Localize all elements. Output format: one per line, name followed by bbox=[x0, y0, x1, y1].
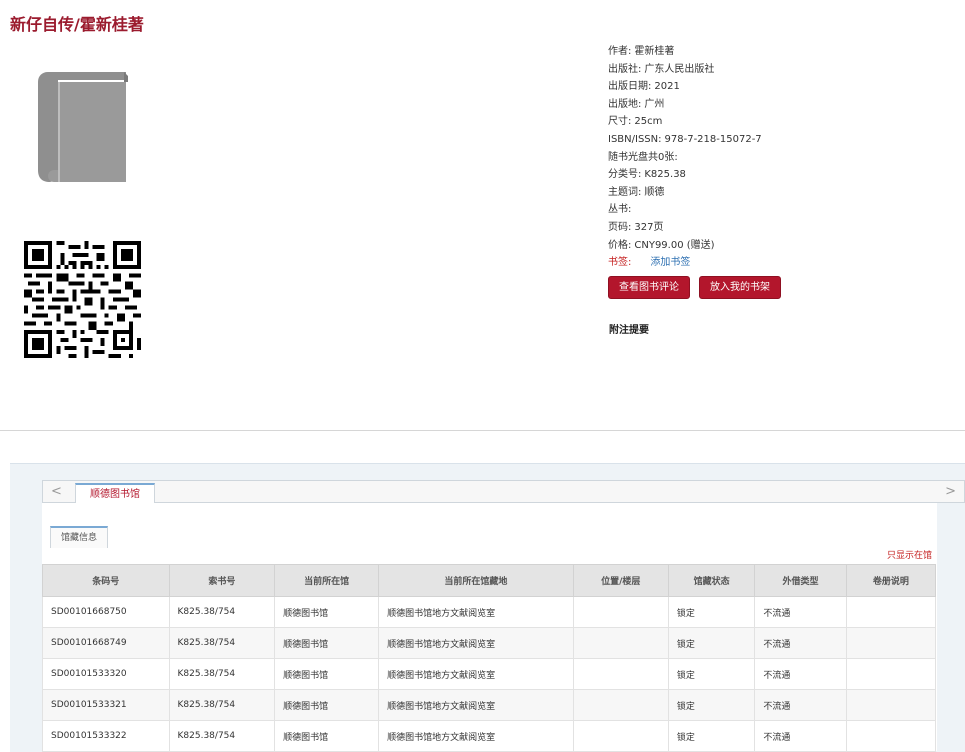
book-metadata: 作者: 霍新桂著 出版社: 广东人民出版社 出版日期: 2021 出版地: 广州 尺寸:… bbox=[608, 43, 762, 272]
table-row: SD00101533322 K825.38/754 顺德图书馆 顺德图书馆地方文… bbox=[42, 720, 937, 752]
meta-bookmark: 书签: 添加书签 bbox=[608, 257, 691, 269]
meta-publisher: 出版社: 广东人民出版社 bbox=[608, 63, 715, 75]
col-location: 当前所在馆藏地 bbox=[378, 564, 574, 597]
action-buttons: 查看图书评论 放入我的书架 bbox=[608, 276, 781, 299]
meta-pages: 页码: 327页 bbox=[608, 221, 664, 233]
cell-volume bbox=[845, 658, 937, 690]
table-header-row: 条码号 索书号 当前所在馆 当前所在馆藏地 位置/楼层 馆藏状态 外借类型 卷册… bbox=[42, 564, 937, 597]
qr-code bbox=[24, 241, 141, 362]
cell-status: 锁定 bbox=[667, 658, 756, 690]
table-row: SD00101533321 K825.38/754 顺德图书馆 顺德图书馆地方文… bbox=[42, 689, 937, 721]
cell-location: 顺德图书馆地方文献阅览室 bbox=[378, 627, 574, 659]
cell-status: 锁定 bbox=[667, 627, 756, 659]
cell-location: 顺德图书馆地方文献阅览室 bbox=[378, 658, 574, 690]
table-row: SD00101668749 K825.38/754 顺德图书馆 顺德图书馆地方文… bbox=[42, 627, 937, 659]
cell-callno: K825.38/754 bbox=[168, 627, 276, 659]
divider bbox=[0, 430, 965, 431]
col-callno: 索书号 bbox=[168, 564, 276, 597]
cell-library: 顺德图书馆 bbox=[274, 596, 380, 628]
cell-location: 顺德图书馆地方文献阅览室 bbox=[378, 596, 574, 628]
tab-prev-arrow-icon[interactable]: < bbox=[51, 484, 62, 499]
col-library: 当前所在馆 bbox=[274, 564, 380, 597]
page-title: 新仔自传/霍新桂著 bbox=[10, 15, 144, 34]
cell-volume bbox=[845, 627, 937, 659]
cell-callno: K825.38/754 bbox=[168, 658, 276, 690]
col-barcode: 条码号 bbox=[42, 564, 170, 597]
book-icon bbox=[38, 72, 128, 188]
cell-floor bbox=[572, 658, 669, 690]
cell-status: 锁定 bbox=[667, 720, 756, 752]
col-loan-type: 外借类型 bbox=[754, 564, 847, 597]
cell-volume bbox=[845, 720, 937, 752]
cell-library: 顺德图书馆 bbox=[274, 627, 380, 659]
meta-disc: 随书光盘共0张: bbox=[608, 151, 678, 163]
meta-isbn: ISBN/ISSN: 978-7-218-15072-7 bbox=[608, 133, 762, 145]
cell-floor bbox=[572, 720, 669, 752]
cell-barcode: SD00101533322 bbox=[42, 720, 170, 752]
cell-callno: K825.38/754 bbox=[168, 720, 276, 752]
cell-volume bbox=[845, 689, 937, 721]
cell-loan-type: 不流通 bbox=[754, 627, 847, 659]
note-title: 附注提要 bbox=[609, 325, 649, 336]
meta-size: 尺寸: 25cm bbox=[608, 116, 663, 128]
cell-volume bbox=[845, 596, 937, 628]
col-status: 馆藏状态 bbox=[667, 564, 756, 597]
show-available-link[interactable]: 只显示在馆 bbox=[887, 548, 932, 561]
cell-status: 锁定 bbox=[667, 689, 756, 721]
holdings-table: 条码号 索书号 当前所在馆 当前所在馆藏地 位置/楼层 馆藏状态 外借类型 卷册… bbox=[42, 564, 937, 752]
cell-location: 顺德图书馆地方文献阅览室 bbox=[378, 689, 574, 721]
cell-loan-type: 不流通 bbox=[754, 720, 847, 752]
cell-location: 顺德图书馆地方文献阅览室 bbox=[378, 720, 574, 752]
cell-floor bbox=[572, 596, 669, 628]
cell-callno: K825.38/754 bbox=[168, 689, 276, 721]
table-row: SD00101533320 K825.38/754 顺德图书馆 顺德图书馆地方文… bbox=[42, 658, 937, 690]
cell-loan-type: 不流通 bbox=[754, 596, 847, 628]
tab-holdings-info[interactable]: 馆藏信息 bbox=[50, 526, 109, 548]
meta-class-no: 分类号: K825.38 bbox=[608, 169, 686, 181]
cell-floor bbox=[572, 689, 669, 721]
cell-library: 顺德图书馆 bbox=[274, 658, 380, 690]
meta-pub-date: 出版日期: 2021 bbox=[608, 81, 680, 93]
cell-loan-type: 不流通 bbox=[754, 658, 847, 690]
cell-barcode: SD00101668750 bbox=[42, 596, 170, 628]
col-volume: 卷册说明 bbox=[845, 564, 937, 597]
meta-price: 价格: CNY99.00 (赠送) bbox=[608, 239, 715, 251]
add-bookmark-link[interactable]: 添加书签 bbox=[650, 257, 690, 268]
view-reviews-button[interactable]: 查看图书评论 bbox=[608, 276, 690, 299]
cell-status: 锁定 bbox=[667, 596, 756, 628]
meta-series: 丛书: bbox=[608, 204, 632, 216]
cell-callno: K825.38/754 bbox=[168, 596, 276, 628]
table-row: SD00101668750 K825.38/754 顺德图书馆 顺德图书馆地方文… bbox=[42, 596, 937, 628]
meta-subject: 主题词: 顺德 bbox=[608, 186, 665, 198]
cell-floor bbox=[572, 627, 669, 659]
add-to-shelf-button[interactable]: 放入我的书架 bbox=[699, 276, 781, 299]
cell-barcode: SD00101533320 bbox=[42, 658, 170, 690]
meta-pub-place: 出版地: 广州 bbox=[608, 98, 665, 110]
cell-barcode: SD00101668749 bbox=[42, 627, 170, 659]
cell-library: 顺德图书馆 bbox=[274, 689, 380, 721]
cell-barcode: SD00101533321 bbox=[42, 689, 170, 721]
col-floor: 位置/楼层 bbox=[572, 564, 669, 597]
tab-next-arrow-icon[interactable]: > bbox=[945, 484, 956, 499]
meta-author: 作者: 霍新桂著 bbox=[608, 46, 675, 57]
cell-library: 顺德图书馆 bbox=[274, 720, 380, 752]
library-tabbar: < > bbox=[42, 480, 965, 503]
cell-loan-type: 不流通 bbox=[754, 689, 847, 721]
tab-library[interactable]: 顺德图书馆 bbox=[75, 483, 155, 505]
